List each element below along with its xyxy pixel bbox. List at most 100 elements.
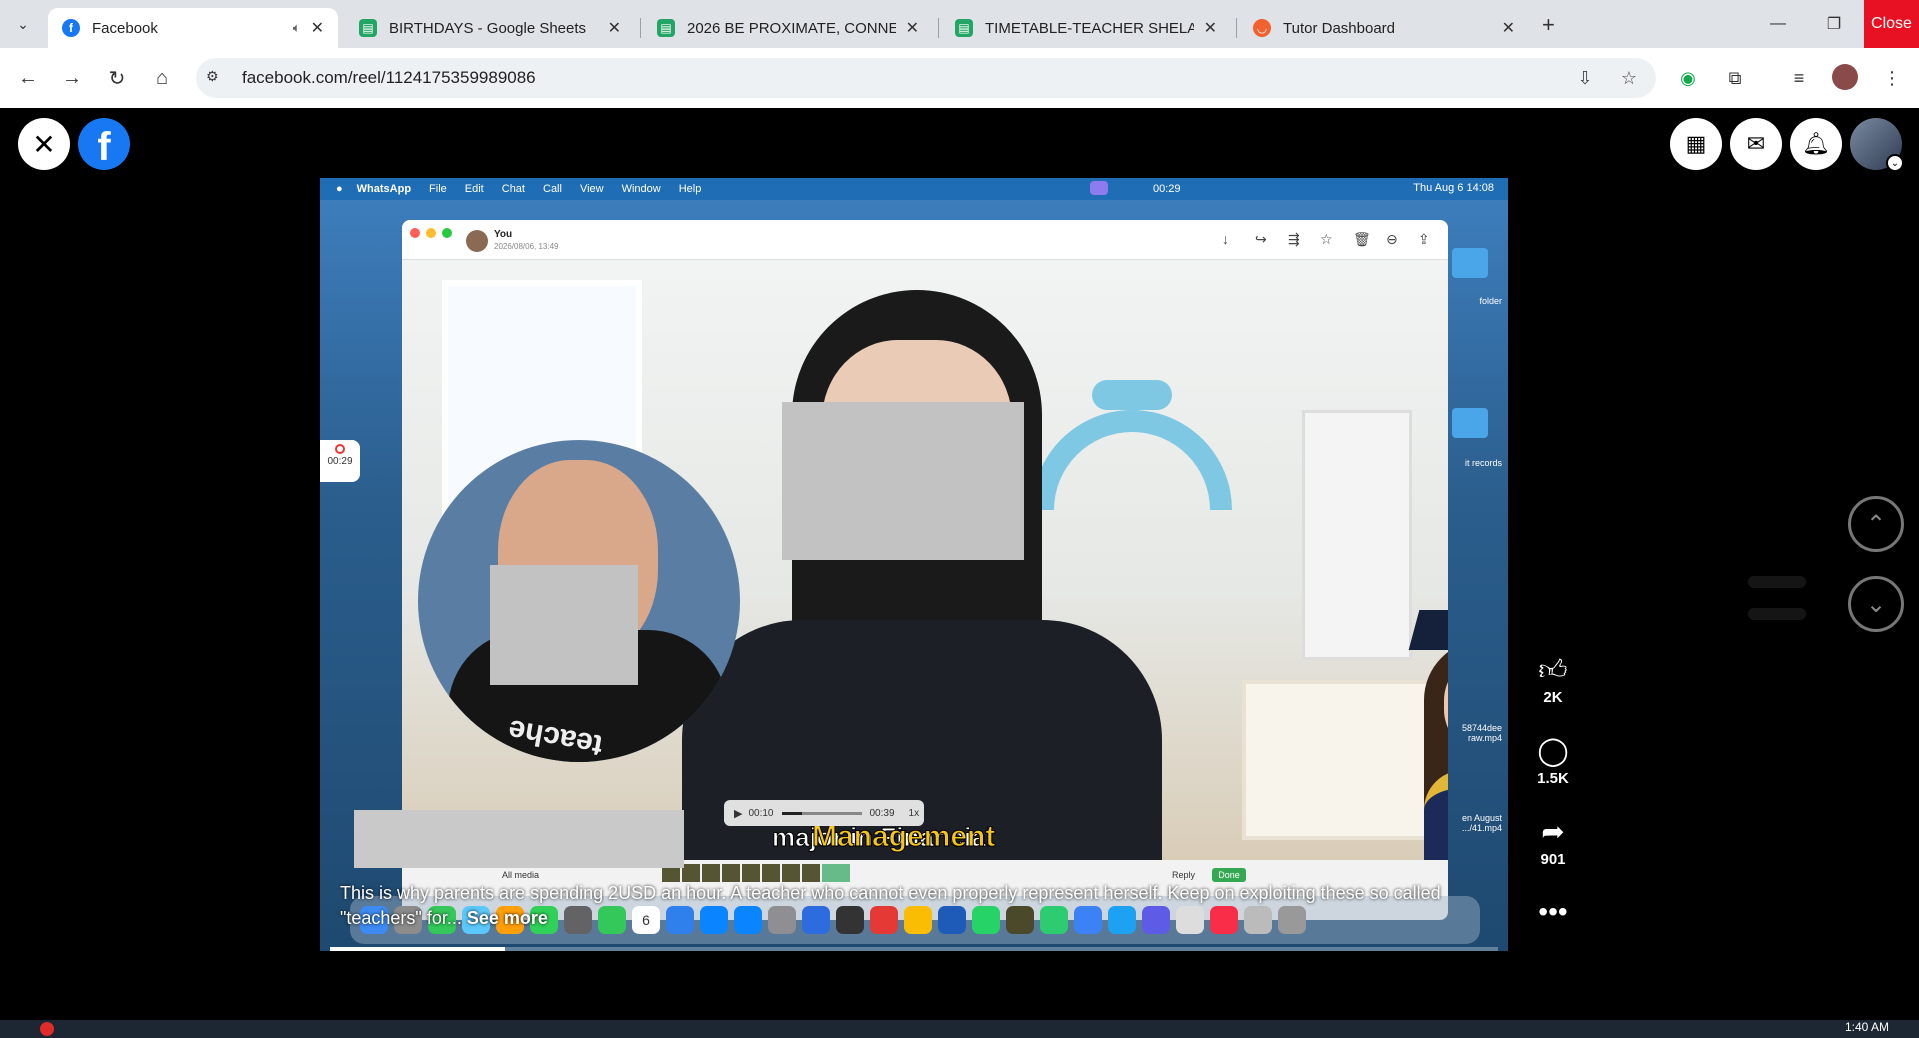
scene-cloud [1092, 380, 1172, 410]
window-close-button[interactable]: Close [1864, 0, 1919, 48]
redaction-box [490, 565, 638, 685]
reload-icon[interactable]: ↻ [101, 62, 133, 94]
window-zoom-dot [442, 228, 452, 238]
screen-record-icon [1090, 181, 1108, 195]
tab-tutor-dashboard[interactable]: ◡ Tutor Dashboard ✕ [1239, 8, 1529, 48]
share-arrow-icon[interactable]: ➦ [1528, 815, 1578, 851]
tab-label: TIMETABLE-TEACHER SHELA-20 [985, 19, 1194, 37]
messenger-icon[interactable]: ✉︎ [1730, 118, 1782, 170]
mac-clock: Thu Aug 6 14:08 [1413, 182, 1494, 194]
tab-close-icon[interactable]: ✕ [1204, 18, 1217, 38]
profile-avatar[interactable] [1832, 64, 1858, 90]
star-icon: ☆ [1320, 231, 1333, 247]
loading-placeholder [1748, 576, 1806, 588]
account-avatar[interactable]: ⌄ [1850, 118, 1904, 172]
home-icon[interactable]: ⌂ [146, 62, 178, 94]
desktop-label: it records [1464, 458, 1502, 468]
notification-badge[interactable] [40, 1022, 54, 1036]
tab-label: Facebook [92, 19, 158, 37]
close-reel-icon[interactable]: ✕ [18, 118, 70, 170]
like-count: 2K [1543, 689, 1563, 706]
more-dots-icon[interactable]: ••• [1528, 896, 1578, 932]
more-options-action[interactable]: ••• [1528, 896, 1578, 932]
menu-kebab-icon[interactable]: ⋮ [1878, 64, 1906, 92]
install-app-icon[interactable]: ⇩ [1574, 67, 1596, 89]
chevron-down-icon[interactable]: ⌄ [1886, 154, 1904, 172]
download-icon: ↓ [1222, 231, 1229, 247]
tab-label: 2026 BE PROXIMATE, CONNECT [687, 19, 896, 37]
wa-date: 2026/08/06, 13:49 [494, 242, 559, 251]
site-info-icon[interactable]: ⚙︎ [206, 68, 226, 88]
recording-time: 00:29 [327, 456, 353, 467]
player-current-time: 00:10 [748, 807, 774, 819]
menu-item: Edit [464, 183, 484, 195]
reaction-bubble: teache [418, 440, 740, 762]
minimize-icon[interactable]: — [1752, 0, 1804, 48]
tab-close-icon[interactable]: ✕ [1502, 18, 1515, 38]
back-arrow-icon[interactable]: ← [12, 62, 44, 94]
reel-caption: This is why parents are spending 2USD an… [340, 881, 1500, 931]
next-reel-chevron-down-icon[interactable]: ⌄ [1848, 576, 1904, 632]
restore-icon[interactable]: ❐ [1808, 0, 1860, 48]
tab-separator [938, 18, 939, 38]
apple-icon: ● [336, 183, 343, 195]
sheets-favicon-icon: ▤ [657, 19, 675, 37]
scene-board [1302, 410, 1412, 660]
media-control-icon[interactable]: ≡ [1785, 64, 1813, 92]
scene-shelf [1242, 680, 1432, 840]
tab-close-icon[interactable]: ✕ [906, 18, 919, 38]
address-bar[interactable]: ⚙︎ facebook.com/reel/1124175359989086 ⇩ … [196, 58, 1656, 98]
tab-close-icon[interactable]: ✕ [311, 18, 324, 38]
reel-video[interactable]: ● WhatsApp File Edit Chat Call View Wind… [320, 178, 1508, 951]
share-action[interactable]: ➦ 901 [1528, 815, 1578, 868]
share-icon: ⇶ [1288, 231, 1300, 247]
tab-facebook[interactable]: f Facebook 🔈︎ ✕ [48, 8, 338, 48]
grammarly-icon[interactable]: ◉ [1674, 64, 1702, 92]
trash-icon: 🗑︎ [1353, 231, 1371, 247]
record-dot-icon [335, 444, 345, 454]
url-text[interactable]: facebook.com/reel/1124175359989086 [242, 68, 536, 88]
reel-progress-bar[interactable] [330, 947, 1498, 951]
recording-badge: 00:29 [320, 440, 360, 482]
like-action[interactable]: 👍︎ 2K [1528, 653, 1578, 706]
bookmark-star-icon[interactable]: ☆ [1618, 67, 1640, 89]
new-tab-plus-icon[interactable]: + [1542, 12, 1555, 38]
wa-sender: You [494, 229, 513, 240]
tab-timetable[interactable]: ▤ TIMETABLE-TEACHER SHELA-20 ✕ [941, 8, 1231, 48]
redaction-box [354, 810, 684, 868]
facebook-favicon-icon: f [62, 19, 80, 37]
scene-rainbow [1032, 410, 1232, 510]
video-scene: teache [402, 260, 1448, 920]
tab-close-icon[interactable]: ✕ [608, 18, 621, 38]
sheets-favicon-icon: ▤ [955, 19, 973, 37]
desktop-label: folder [1479, 296, 1502, 306]
reply-label: Reply [1172, 870, 1196, 880]
tab-label: Tutor Dashboard [1283, 19, 1396, 37]
see-more-link[interactable]: See more [467, 908, 548, 928]
facebook-logo[interactable]: f [78, 118, 130, 170]
media-thumbnails [662, 864, 850, 882]
folder-icon [1452, 408, 1488, 438]
window-minimize-dot [426, 228, 436, 238]
tab-birthdays[interactable]: ▤ BIRTHDAYS - Google Sheets ✕ [345, 8, 635, 48]
notifications-bell-icon[interactable]: 🔔︎ [1790, 118, 1842, 170]
tab-proximate[interactable]: ▤ 2026 BE PROXIMATE, CONNECT ✕ [643, 8, 933, 48]
tab-strip: ⌄ f Facebook 🔈︎ ✕ ▤ BIRTHDAYS - Google S… [0, 0, 1919, 48]
comment-action[interactable]: ◯ 1.5K [1528, 734, 1578, 787]
loading-placeholder [1748, 608, 1806, 620]
menu-grid-icon[interactable]: ▦ [1670, 118, 1722, 170]
extensions-puzzle-icon[interactable]: ⧉ [1721, 64, 1749, 92]
reel-viewer: ✕ f ▦ ✉︎ 🔔︎ ⌄ ● WhatsApp File Edit Chat … [0, 108, 1919, 1020]
desktop-label: 58744dee raw.mp4 [1461, 723, 1502, 743]
avatar [466, 230, 488, 252]
tutor-favicon-icon: ◡ [1253, 19, 1271, 37]
shirt-text: teache [505, 712, 606, 762]
thumbs-up-icon[interactable]: 👍︎ [1528, 653, 1578, 689]
previous-reel-chevron-up-icon[interactable]: ⌃ [1848, 496, 1904, 552]
tab-search-chevron-icon[interactable]: ⌄ [10, 12, 36, 36]
comment-bubble-icon[interactable]: ◯ [1528, 734, 1578, 770]
forward-arrow-icon[interactable]: → [56, 62, 88, 94]
folder-icon [1452, 248, 1488, 278]
tab-separator [640, 18, 641, 38]
speaker-icon[interactable]: 🔈︎ [293, 20, 301, 36]
